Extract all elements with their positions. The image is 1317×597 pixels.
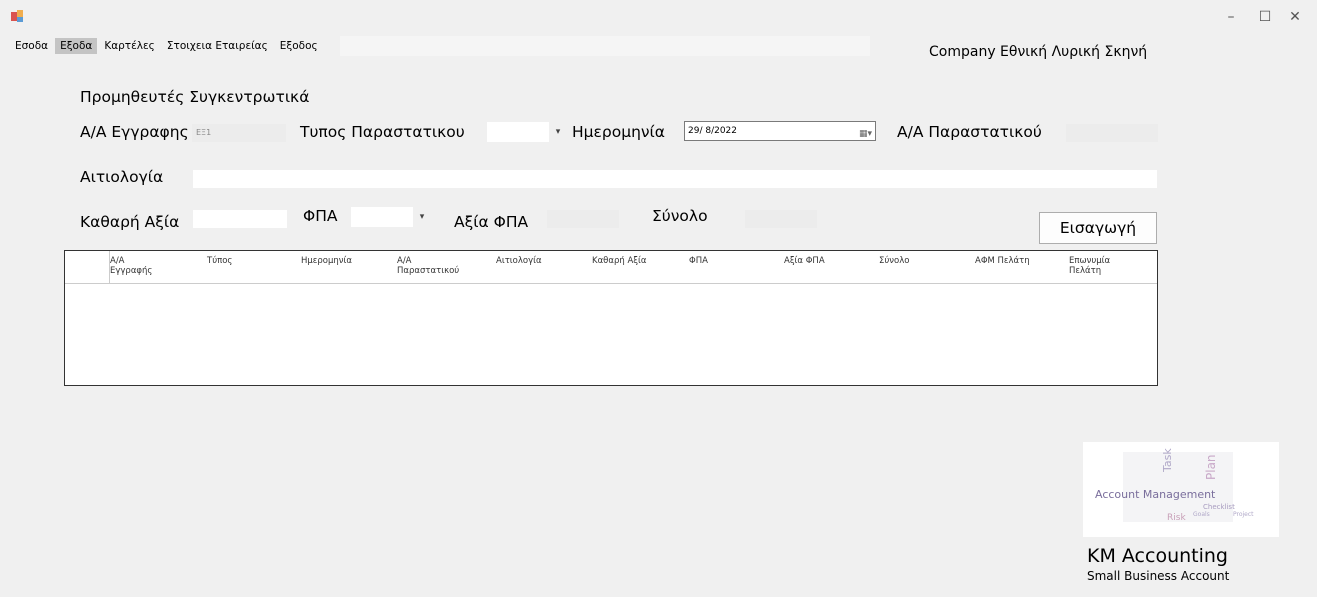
menu-stoixeia-etaireias[interactable]: Στοιχεια Εταιρείας — [162, 38, 273, 54]
menu-strip-background — [340, 36, 870, 56]
column-kathari-axia[interactable]: Καθαρή Αξία — [592, 256, 662, 266]
column-typos[interactable]: Τύπος — [207, 256, 257, 266]
date-picker[interactable]: 29/ 8/2022 ▦▾ — [684, 121, 876, 141]
maximize-button[interactable]: ☐ — [1250, 6, 1280, 28]
typos-combobox[interactable]: ▾ — [487, 122, 567, 142]
dropdown-arrow-icon[interactable]: ▾ — [549, 122, 567, 142]
column-aa-egrafis[interactable]: Α/Α Εγγραφής — [110, 256, 160, 276]
app-icon — [10, 8, 24, 22]
logo-word-task: Task — [1161, 448, 1174, 473]
calendar-icon[interactable]: ▦▾ — [859, 125, 872, 143]
logo-word-goals: Goals — [1193, 511, 1210, 518]
date-value: 29/ 8/2022 — [688, 126, 738, 136]
logo-word-project: Project — [1233, 511, 1254, 518]
row-header-corner — [65, 251, 110, 283]
column-axia-fpa[interactable]: Αξία ΦΠΑ — [784, 256, 854, 266]
logo-word-plan: Plan — [1204, 454, 1218, 480]
logo-word-checklist: Checklist — [1203, 503, 1235, 511]
minimize-button[interactable]: – — [1216, 6, 1246, 28]
typos-label: Τυπος Παραστατικου — [300, 123, 465, 141]
brand-name: KM Accounting — [1087, 545, 1228, 567]
fpa-combobox[interactable]: ▾ — [351, 207, 431, 227]
kathari-axia-field[interactable] — [193, 210, 287, 228]
aa-parastatikou-field[interactable] — [1066, 124, 1158, 142]
aa-parastatikou-label: Α/Α Παραστατικού — [897, 123, 1042, 141]
menu-exodos[interactable]: Εξοδος — [275, 38, 323, 54]
column-imerominia[interactable]: Ημερομηνία — [301, 256, 371, 266]
column-fpa[interactable]: ΦΠΑ — [689, 256, 739, 266]
fpa-label: ΦΠΑ — [303, 207, 338, 225]
page-title: Προμηθευτές Συγκεντρωτικά — [80, 88, 310, 106]
logo-word-account-management: Account Management — [1095, 488, 1216, 501]
account-management-logo: Task Plan Account Management Checklist R… — [1083, 442, 1279, 537]
axia-fpa-field[interactable] — [547, 210, 619, 228]
aa-egrafis-field[interactable]: ΕΞ1 — [192, 124, 286, 142]
menu-esoda[interactable]: Εσοδα — [10, 38, 53, 54]
aitiologia-label: Αιτιολογία — [80, 168, 164, 186]
records-grid[interactable]: Α/Α Εγγραφής Τύπος Ημερομηνία Α/Α Παραστ… — [64, 250, 1158, 386]
insert-button[interactable]: Εισαγωγή — [1039, 212, 1157, 244]
column-eponymia-pelati[interactable]: Επωνυμία Πελάτη — [1069, 256, 1129, 276]
grid-header: Α/Α Εγγραφής Τύπος Ημερομηνία Α/Α Παραστ… — [65, 251, 1157, 284]
company-name: Company Εθνική Λυρική Σκηνή — [929, 44, 1148, 60]
aitiologia-field[interactable] — [193, 170, 1157, 188]
logo-word-risk: Risk — [1167, 513, 1186, 523]
menu-bar: Εσοδα Εξοδα Καρτέλες Στοιχεια Εταιρείας … — [10, 36, 325, 56]
kathari-axia-label: Καθαρή Αξία — [80, 213, 180, 231]
dropdown-arrow-icon[interactable]: ▾ — [413, 207, 431, 227]
column-afm-pelati[interactable]: ΑΦΜ Πελάτη — [975, 256, 1055, 266]
synolo-field[interactable] — [745, 210, 817, 228]
column-aitiologia[interactable]: Αιτιολογία — [496, 256, 566, 266]
brand-tagline: Small Business Account — [1087, 569, 1230, 583]
axia-fpa-label: Αξία ΦΠΑ — [454, 213, 529, 231]
menu-kartele[interactable]: Καρτέλες — [99, 38, 160, 54]
synolo-label: Σύνολο — [652, 207, 708, 225]
imerominia-label: Ημερομηνία — [572, 123, 666, 141]
aa-egrafis-label: Α/Α Εγγραφης — [80, 123, 189, 141]
menu-exoda[interactable]: Εξοδα — [55, 38, 98, 54]
column-synolo[interactable]: Σύνολο — [879, 256, 939, 266]
close-button[interactable]: ✕ — [1280, 6, 1310, 28]
title-bar: – ☐ ✕ — [0, 0, 1317, 32]
column-aa-parastatikou[interactable]: Α/Α Παραστατικού — [397, 256, 472, 276]
